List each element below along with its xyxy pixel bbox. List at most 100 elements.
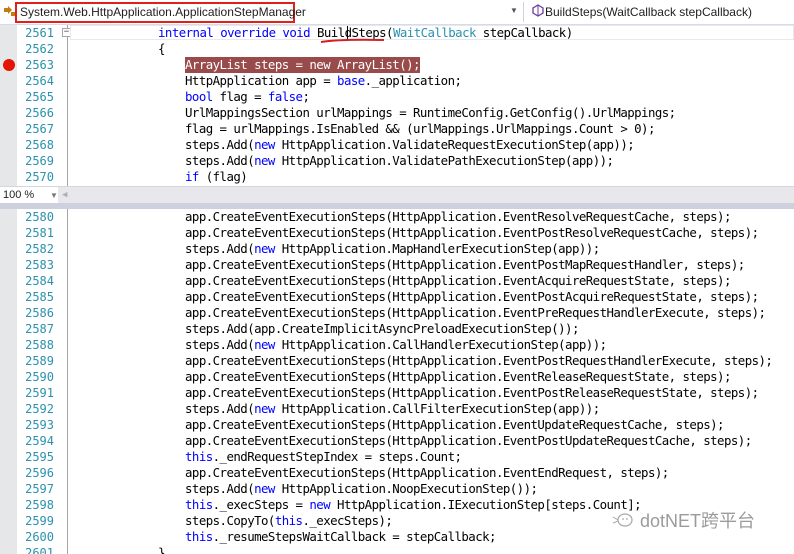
code-line[interactable]: 2596 app.CreateEventExecutionSteps(HttpAp… [0, 465, 794, 481]
editor-pane-bottom[interactable]: 2580 app.CreateEventExecutionSteps(HttpAp… [0, 209, 794, 554]
line-number: 2570 [25, 170, 54, 184]
line-number: 2564 [25, 74, 54, 88]
code-text: steps.Add(new HttpApplication.MapHandler… [185, 241, 600, 256]
line-number: 2585 [25, 290, 54, 304]
line-number: 2597 [25, 482, 54, 496]
code-text: steps.CopyTo(this._execSteps); [185, 513, 393, 528]
code-line[interactable]: 2568 steps.Add(new HttpApplication.Valida… [0, 137, 794, 153]
line-number: 2591 [25, 386, 54, 400]
line-number: 2567 [25, 122, 54, 136]
code-line[interactable]: 2582 steps.Add(new HttpApplication.MapHan… [0, 241, 794, 257]
code-line[interactable]: 2561− internal override void BuildSteps(W… [0, 25, 794, 43]
scroll-left-arrow-icon[interactable]: ◀ [62, 187, 67, 204]
line-number: 2592 [25, 402, 54, 416]
line-number: 2600 [25, 530, 54, 544]
code-line[interactable]: 2592 steps.Add(new HttpApplication.CallFi… [0, 401, 794, 417]
member-dropdown[interactable]: BuildSteps(WaitCallback stepCallback) [525, 0, 794, 24]
class-dropdown[interactable]: System.Web.HttpApplication.ApplicationSt… [0, 0, 520, 24]
code-text: { [158, 41, 165, 56]
code-line[interactable]: 2567 flag = urlMappings.IsEnabled && (url… [0, 121, 794, 137]
code-line[interactable]: 2586 app.CreateEventExecutionSteps(HttpAp… [0, 305, 794, 321]
code-text: app.CreateEventExecutionSteps(HttpApplic… [185, 465, 669, 480]
code-line[interactable]: 2594 app.CreateEventExecutionSteps(HttpAp… [0, 433, 794, 449]
line-number: 2563 [25, 58, 54, 72]
code-line[interactable]: 2564 HttpApplication app = base._applicat… [0, 73, 794, 89]
code-line[interactable]: 2593 app.CreateEventExecutionSteps(HttpAp… [0, 417, 794, 433]
line-number: 2581 [25, 226, 54, 240]
code-line[interactable]: 2591 app.CreateEventExecutionSteps(HttpAp… [0, 385, 794, 401]
chevron-down-icon[interactable]: ▼ [510, 6, 518, 15]
wechat-icon [612, 511, 634, 529]
code-text: app.CreateEventExecutionSteps(HttpApplic… [185, 225, 759, 240]
chevron-down-icon: ▼ [50, 191, 58, 200]
class-name-highlight: System.Web.HttpApplication.ApplicationSt… [15, 2, 306, 23]
zoom-level: 100 % [3, 189, 35, 201]
zoom-level-dropdown[interactable]: 100 % ▼ [0, 187, 58, 204]
code-line[interactable]: 2566 UrlMappingsSection urlMappings = Run… [0, 105, 794, 121]
line-number: 2580 [25, 210, 54, 224]
code-text: app.CreateEventExecutionSteps(HttpApplic… [185, 273, 731, 288]
code-text: steps.Add(new HttpApplication.CallFilter… [185, 401, 600, 416]
code-line[interactable]: 2587 steps.Add(app.CreateImplicitAsyncPre… [0, 321, 794, 337]
code-text: bool flag = false; [185, 89, 310, 104]
watermark: dotNET跨平台 [612, 508, 755, 532]
code-text: app.CreateEventExecutionSteps(HttpApplic… [185, 417, 725, 432]
editor-pane-top[interactable]: 2561− internal override void BuildSteps(W… [0, 25, 794, 186]
line-number: 2601 [25, 546, 54, 554]
code-text: app.CreateEventExecutionSteps(HttpApplic… [185, 433, 752, 448]
code-line[interactable]: 2583 app.CreateEventExecutionSteps(HttpAp… [0, 257, 794, 273]
line-number: 2565 [25, 90, 54, 104]
code-line[interactable]: 2570 if (flag) [0, 169, 794, 185]
code-line[interactable]: 2595 this._endRequestStepIndex = steps.Co… [0, 449, 794, 465]
code-text: app.CreateEventExecutionSteps(HttpApplic… [185, 209, 731, 224]
navbar-divider [523, 2, 524, 22]
line-number: 2569 [25, 154, 54, 168]
line-number: 2598 [25, 498, 54, 512]
code-line[interactable]: 2597 steps.Add(new HttpApplication.NoopEx… [0, 481, 794, 497]
line-number: 2594 [25, 434, 54, 448]
method-name: BuildSteps(WaitCallback stepCallback) [545, 5, 752, 19]
code-text: app.CreateEventExecutionSteps(HttpApplic… [185, 385, 759, 400]
method-icon [531, 4, 545, 18]
line-number: 2586 [25, 306, 54, 320]
code-text: steps.Add(new HttpApplication.ValidateRe… [185, 137, 635, 152]
line-number: 2589 [25, 354, 54, 368]
horizontal-scrollbar[interactable]: 100 % ▼ ◀ [0, 186, 794, 204]
code-text: app.CreateEventExecutionSteps(HttpApplic… [185, 353, 773, 368]
watermark-text: dotNET跨平台 [640, 511, 756, 531]
code-line[interactable]: 2590 app.CreateEventExecutionSteps(HttpAp… [0, 369, 794, 385]
breakpoint-icon[interactable] [3, 59, 15, 71]
code-text: steps.Add(app.CreateImplicitAsyncPreload… [185, 321, 579, 336]
code-line[interactable]: 2584 app.CreateEventExecutionSteps(HttpAp… [0, 273, 794, 289]
code-text: app.CreateEventExecutionSteps(HttpApplic… [185, 257, 745, 272]
code-line[interactable]: 2563 ArrayList steps = new ArrayList(); [0, 57, 794, 73]
line-number: 2583 [25, 258, 54, 272]
code-line[interactable]: 2569 steps.Add(new HttpApplication.Valida… [0, 153, 794, 169]
code-text: steps.Add(new HttpApplication.ValidatePa… [185, 153, 614, 168]
code-text: this._execSteps = new HttpApplication.IE… [185, 497, 642, 512]
code-text: this._endRequestStepIndex = steps.Count; [185, 449, 462, 464]
line-number: 2599 [25, 514, 54, 528]
line-number: 2561 [25, 26, 54, 40]
class-icon [2, 4, 16, 18]
code-line[interactable]: 2580 app.CreateEventExecutionSteps(HttpAp… [0, 209, 794, 225]
code-line[interactable]: 2565 bool flag = false; [0, 89, 794, 105]
line-number: 2587 [25, 322, 54, 336]
code-line[interactable]: 2585 app.CreateEventExecutionSteps(HttpAp… [0, 289, 794, 305]
code-text: if (flag) [185, 169, 248, 184]
code-line[interactable]: 2562 { [0, 41, 794, 57]
code-text: UrlMappingsSection urlMappings = Runtime… [185, 105, 676, 120]
line-number: 2593 [25, 418, 54, 432]
code-line[interactable]: 2589 app.CreateEventExecutionSteps(HttpAp… [0, 353, 794, 369]
code-line[interactable]: 2601} [0, 545, 794, 554]
code-text: steps.Add(new HttpApplication.CallHandle… [185, 337, 607, 352]
line-number: 2590 [25, 370, 54, 384]
navigation-bar: System.Web.HttpApplication.ApplicationSt… [0, 0, 794, 25]
code-text: HttpApplication app = base._application; [185, 73, 462, 88]
line-number: 2566 [25, 106, 54, 120]
line-number: 2588 [25, 338, 54, 352]
code-line[interactable]: 2581 app.CreateEventExecutionSteps(HttpAp… [0, 225, 794, 241]
line-number: 2596 [25, 466, 54, 480]
code-line[interactable]: 2588 steps.Add(new HttpApplication.CallHa… [0, 337, 794, 353]
line-number: 2582 [25, 242, 54, 256]
